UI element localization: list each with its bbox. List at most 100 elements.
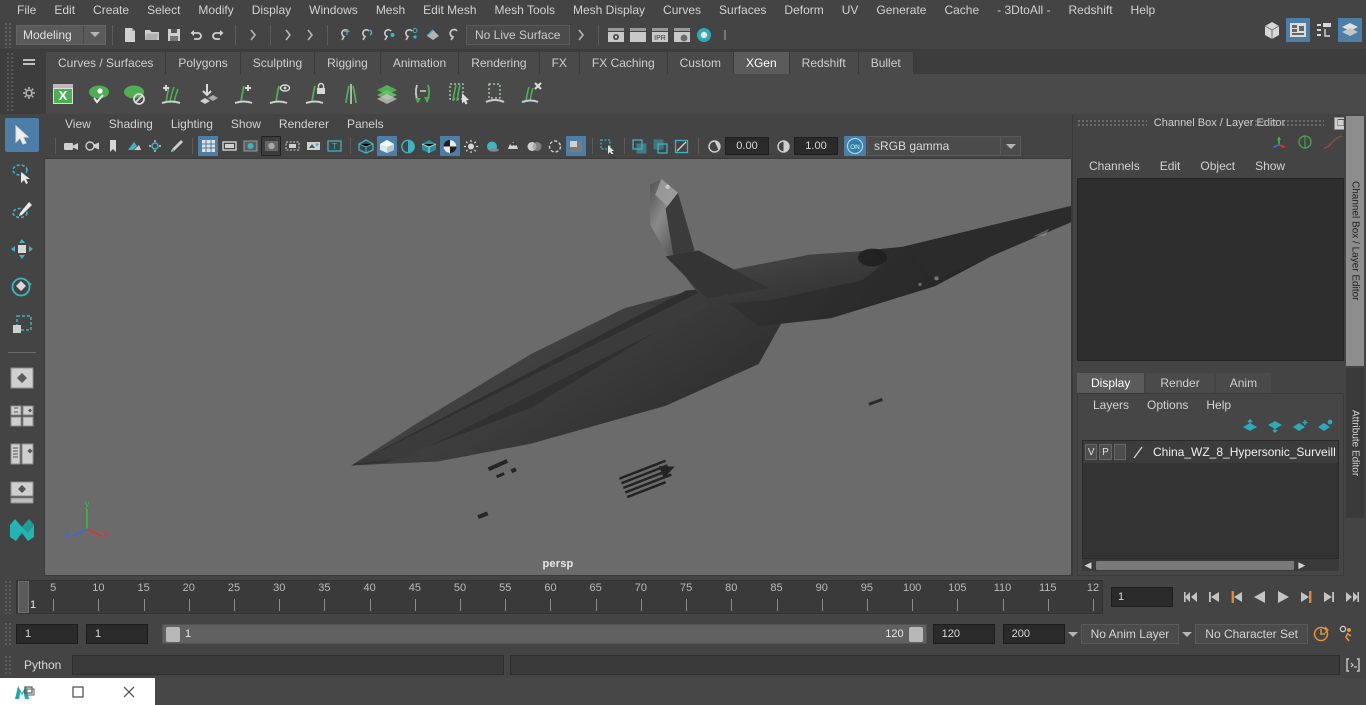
playback-start-field[interactable]: 1 [86,624,148,644]
lasso-select-tool[interactable] [5,156,39,190]
menu-3dtoall[interactable]: - 3DtoAll - [988,0,1059,20]
channel-box-menu-object[interactable]: Object [1190,155,1245,177]
redo-previous-render-icon[interactable] [627,24,649,46]
shelf-tab-sculpting[interactable]: Sculpting [240,52,316,74]
grease-pencil-icon[interactable] [166,136,186,156]
xgen-lock-description-icon[interactable] [298,77,332,111]
shelf-tab-polygons[interactable]: Polygons [166,52,241,74]
menu-file[interactable]: File [8,0,45,20]
select-by-component-icon[interactable] [299,24,321,46]
current-frame-field[interactable]: 1 [1111,587,1173,607]
anim-layer-chevron-down-icon[interactable] [1065,631,1081,637]
shelf-tab-rigging[interactable]: Rigging [315,52,381,74]
new-layer-icon[interactable] [1292,419,1308,436]
exposure-icon[interactable] [303,136,323,156]
perspective-viewport[interactable]: y x z persp [44,158,1072,576]
open-scene-icon[interactable] [141,24,163,46]
show-hide-modeling-toolkit-icon[interactable] [1260,18,1284,42]
menu-display[interactable]: Display [243,0,300,20]
new-scene-icon[interactable] [119,24,141,46]
layer-color-wheel-icon[interactable] [1296,134,1314,153]
channel-box-attribute-list[interactable] [1077,178,1344,361]
shelf-tab-fx[interactable]: FX [539,52,580,74]
rotate-tool[interactable] [5,270,39,304]
animation-start-field[interactable]: 1 [16,624,78,644]
layer-menu-options[interactable]: Options [1138,395,1197,415]
show-hide-attribute-editor-icon[interactable] [1286,18,1310,42]
panel-grip-right[interactable] [1254,119,1324,127]
command-input[interactable] [72,655,504,675]
shelf-tab-animation[interactable]: Animation [380,52,460,74]
layer-visibility-toggle[interactable]: V [1085,444,1098,460]
show-hide-tool-settings-icon[interactable] [1312,18,1336,42]
menu-edit[interactable]: Edit [45,0,84,20]
go-to-end-icon[interactable] [1342,586,1362,608]
menu-mesh-tools[interactable]: Mesh Tools [486,0,564,20]
hypershade-icon[interactable] [693,24,715,46]
bookmark-icon[interactable] [103,136,123,156]
snap-to-projected-center-icon[interactable] [400,24,422,46]
scroll-right-icon[interactable]: ▶ [1296,560,1308,571]
viewport-menu-renderer[interactable]: Renderer [270,114,338,134]
layer-name[interactable]: China_WZ_8_Hypersonic_Surveillance_Drone [1150,445,1336,459]
menu-windows[interactable]: Windows [300,0,367,20]
menu-help[interactable]: Help [1122,0,1165,20]
xgen-disable-preview-icon[interactable] [118,77,152,111]
layer-tab-display[interactable]: Display [1077,373,1145,393]
shelf-tab-custom[interactable]: Custom [667,52,734,74]
status-line-grip[interactable] [4,21,12,48]
range-end-handle[interactable] [908,626,923,642]
camera-attributes-icon[interactable] [82,136,102,156]
maximize-window-icon[interactable] [52,678,104,705]
hud-icon[interactable]: T [324,136,344,156]
redo-icon[interactable] [207,24,229,46]
gate-mask-icon[interactable] [261,136,281,156]
animation-end-field[interactable]: 200 [1002,624,1065,644]
shelf-tab-bullet[interactable]: Bullet [858,52,914,74]
menu-generate[interactable]: Generate [867,0,935,20]
shelf-tab-fx-caching[interactable]: FX Caching [579,52,668,74]
scroll-left-icon[interactable]: ◀ [1082,560,1094,571]
layer-list-horizontal-scrollbar[interactable]: ◀ ▶ [1082,559,1339,571]
viewport-menu-shading[interactable]: Shading [100,114,162,134]
multisample-icon[interactable] [545,136,565,156]
xgen-select-region-icon[interactable] [478,77,512,111]
xgen-editor-icon[interactable]: X [46,77,80,111]
shelf-tab-menu-icon[interactable] [20,54,38,68]
play-forwards-icon[interactable] [1273,586,1293,608]
select-tool[interactable] [5,118,39,152]
snap-to-view-plane-icon[interactable] [422,24,444,46]
xgen-preview-icon[interactable] [82,77,116,111]
single-perspective-layout[interactable] [5,361,39,395]
xray-active-components-icon[interactable] [672,136,692,156]
layer-tab-render[interactable]: Render [1146,373,1214,393]
shelf-grip[interactable] [6,52,14,112]
menu-modify[interactable]: Modify [189,0,242,20]
menu-uv[interactable]: UV [833,0,868,20]
layer-menu-help[interactable]: Help [1197,395,1240,415]
anim-layer-selector[interactable]: No Anim Layer [1080,624,1180,644]
color-profile-chevron-down-icon[interactable] [1001,136,1021,156]
time-slider-grip[interactable] [4,580,12,614]
layer-shading-toggle[interactable] [1113,444,1126,460]
shaded-wireframe-icon[interactable] [419,136,439,156]
color-management-icon[interactable]: ON [844,136,866,156]
motion-blur-icon[interactable] [524,136,544,156]
channel-box-menu-show[interactable]: Show [1245,155,1295,177]
xgen-preview-description-icon[interactable] [262,77,296,111]
xray-joints-icon[interactable] [651,136,671,156]
menu-mesh[interactable]: Mesh [367,0,414,20]
close-window-icon[interactable] [103,678,155,705]
show-hide-channel-box-icon[interactable] [1338,18,1362,42]
select-camera-icon[interactable] [61,136,81,156]
menu-cache[interactable]: Cache [935,0,988,20]
paint-select-tool[interactable] [5,194,39,228]
maya-app-icon[interactable] [0,678,52,705]
xgen-create-description-icon[interactable] [226,77,260,111]
save-scene-icon[interactable] [163,24,185,46]
range-start-handle[interactable] [166,626,180,642]
layer-color-swatch-icon[interactable] [1128,444,1148,460]
grid-toggle-icon[interactable] [198,136,218,156]
color-profile-field[interactable]: sRGB gamma [867,136,1001,156]
animation-preferences-icon[interactable] [1334,623,1360,645]
